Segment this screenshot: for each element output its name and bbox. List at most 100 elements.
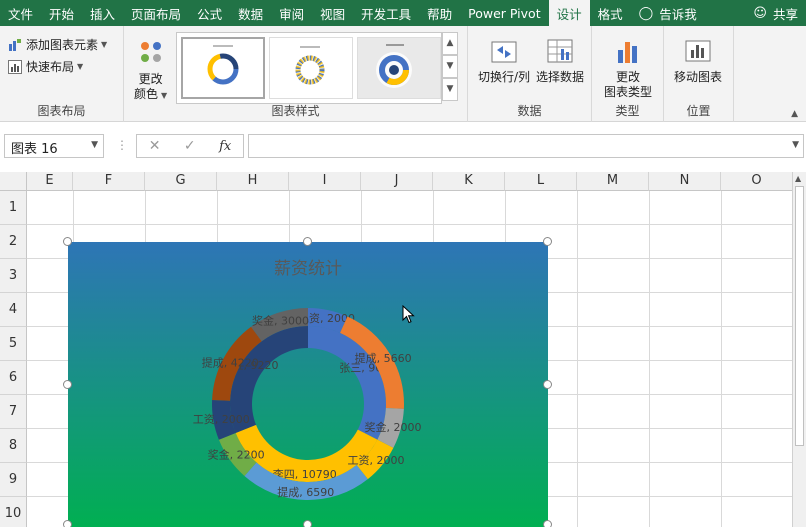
tab-view[interactable]: 视图 bbox=[312, 0, 353, 26]
chevron-down-icon: ▼ bbox=[161, 91, 168, 100]
outer-ring-data-label-1: 提成, 5660 bbox=[355, 352, 412, 365]
person-icon: ☺ bbox=[753, 5, 767, 21]
share-button[interactable]: ☺ 共享 bbox=[745, 0, 806, 26]
resize-handle-top-left[interactable] bbox=[63, 237, 72, 246]
gallery-more-button[interactable]: ▼ bbox=[442, 78, 458, 101]
tell-me-box[interactable]: ◯ 告诉我 bbox=[631, 0, 705, 26]
tab-home[interactable]: 开始 bbox=[41, 0, 82, 26]
type-group: 更改 图表类型 类型 bbox=[592, 26, 664, 122]
formula-buttons: ✕ ✓ fx bbox=[136, 134, 244, 158]
check-icon[interactable]: ✓ bbox=[184, 138, 196, 154]
chart-style-3[interactable] bbox=[357, 37, 441, 99]
tab-design[interactable]: 设计 bbox=[548, 0, 590, 26]
location-group: 移动图表 位置 bbox=[664, 26, 734, 122]
vertical-scrollbar[interactable]: ▲ bbox=[792, 172, 806, 527]
column-header-n[interactable]: N bbox=[649, 172, 721, 191]
tab-developer[interactable]: 开发工具 bbox=[353, 0, 419, 26]
tab-formulas[interactable]: 公式 bbox=[189, 0, 230, 26]
lightbulb-icon: ◯ bbox=[638, 5, 654, 21]
chevron-down-icon: ▼ bbox=[101, 40, 108, 49]
column-header-l[interactable]: L bbox=[505, 172, 577, 191]
insert-function-icon[interactable]: fx bbox=[219, 139, 231, 154]
chart-layouts-group-label: 图表布局 bbox=[37, 104, 86, 118]
select-all-corner[interactable] bbox=[0, 172, 27, 191]
chevron-down-icon[interactable]: ▼ bbox=[792, 140, 799, 150]
gallery-down-button[interactable]: ▼ bbox=[442, 55, 458, 78]
change-colors-button[interactable]: 更改 颜色 ▼ bbox=[134, 38, 167, 103]
row-header-2[interactable]: 2 bbox=[0, 225, 27, 259]
column-header-i[interactable]: I bbox=[289, 172, 361, 191]
cancel-icon[interactable]: ✕ bbox=[149, 138, 161, 154]
resize-handle-right[interactable] bbox=[543, 380, 552, 389]
resize-handle-left[interactable] bbox=[63, 380, 72, 389]
row-header-8[interactable]: 8 bbox=[0, 429, 27, 463]
tell-me-label: 告诉我 bbox=[659, 6, 697, 22]
tab-review[interactable]: 审阅 bbox=[271, 0, 312, 26]
data-group-label: 数据 bbox=[517, 104, 542, 118]
row-header-1[interactable]: 1 bbox=[0, 191, 27, 225]
column-header-k[interactable]: K bbox=[433, 172, 505, 191]
resize-handle-bottom-right[interactable] bbox=[543, 520, 552, 527]
chart-area[interactable]: 薪资统计 张三, 9660 李四, 10790 王五, 9220 工资, 2000 提成… bbox=[68, 242, 548, 527]
resize-handle-bottom-left[interactable] bbox=[63, 520, 72, 527]
resize-handle-top-right[interactable] bbox=[543, 237, 552, 246]
tab-help[interactable]: 帮助 bbox=[419, 0, 460, 26]
type-group-label: 类型 bbox=[615, 104, 640, 118]
add-element-icon bbox=[8, 38, 22, 52]
outer-ring-data-label-7: 提成, 4220 bbox=[202, 357, 259, 370]
location-group-label: 位置 bbox=[686, 104, 711, 118]
column-header-g[interactable]: G bbox=[145, 172, 217, 191]
tab-insert[interactable]: 插入 bbox=[82, 0, 123, 26]
row-header-10[interactable]: 10 bbox=[0, 497, 27, 527]
resize-handle-top[interactable] bbox=[303, 237, 312, 246]
tab-data[interactable]: 数据 bbox=[230, 0, 271, 26]
column-header-o[interactable]: O bbox=[721, 172, 793, 191]
outer-ring-data-label-2: 奖金, 2000 bbox=[364, 420, 421, 434]
color-palette-icon bbox=[140, 42, 161, 62]
select-data-button[interactable]: 选择数据 bbox=[536, 36, 584, 85]
tab-format[interactable]: 格式 bbox=[590, 0, 631, 26]
move-chart-button[interactable]: 移动图表 bbox=[674, 36, 722, 85]
outer-ring-data-label-6: 工资, 2000 bbox=[193, 413, 250, 426]
ribbon-tab-bar: 文件 开始 插入 页面布局 公式 数据 审阅 视图 开发工具 帮助 Power … bbox=[0, 0, 806, 26]
formula-bar: 图表 16 ▼ ⋮ ✕ ✓ fx ▼ bbox=[0, 122, 806, 172]
row-header-3[interactable]: 3 bbox=[0, 259, 27, 293]
chevron-down-icon[interactable]: ▼ bbox=[91, 140, 98, 150]
chart-style-2[interactable] bbox=[269, 37, 353, 99]
chart-layouts-group: 添加图表元素 ▼ 快速布局 ▼ 图表布局 bbox=[0, 26, 124, 122]
row-header-4[interactable]: 4 bbox=[0, 293, 27, 327]
move-chart-icon bbox=[685, 40, 711, 62]
gallery-up-button[interactable]: ▲ bbox=[442, 32, 458, 55]
donut-chart: 张三, 9660李四, 10790王五, 9220工资, 2000提成, 566… bbox=[193, 308, 421, 501]
select-data-icon bbox=[547, 39, 573, 63]
column-header-j[interactable]: J bbox=[361, 172, 433, 191]
change-chart-type-button[interactable]: 更改 图表类型 bbox=[604, 36, 652, 100]
quick-layout-button[interactable]: 快速布局 ▼ bbox=[8, 58, 83, 75]
column-header-f[interactable]: F bbox=[73, 172, 145, 191]
collapse-ribbon-icon[interactable]: ▲ bbox=[791, 109, 798, 119]
tab-file[interactable]: 文件 bbox=[0, 0, 41, 26]
tab-page-layout[interactable]: 页面布局 bbox=[123, 0, 189, 26]
quick-layout-icon bbox=[8, 59, 22, 74]
row-header-9[interactable]: 9 bbox=[0, 463, 27, 497]
switch-row-column-icon bbox=[491, 41, 517, 63]
column-header-e[interactable]: E bbox=[27, 172, 73, 191]
switch-row-column-button[interactable]: 切换行/列 bbox=[478, 36, 530, 85]
tab-power-pivot[interactable]: Power Pivot bbox=[460, 0, 548, 26]
row-header-6[interactable]: 6 bbox=[0, 361, 27, 395]
scrollbar-thumb[interactable] bbox=[795, 186, 804, 446]
add-chart-element-button[interactable]: 添加图表元素 ▼ bbox=[8, 36, 107, 53]
mouse-cursor-icon bbox=[402, 305, 415, 324]
column-header-h[interactable]: H bbox=[217, 172, 289, 191]
column-header-m[interactable]: M bbox=[577, 172, 649, 191]
name-box[interactable]: 图表 16 ▼ bbox=[4, 134, 104, 158]
row-header-5[interactable]: 5 bbox=[0, 327, 27, 361]
chart-style-1[interactable] bbox=[181, 37, 265, 99]
scroll-up-icon[interactable]: ▲ bbox=[795, 174, 801, 183]
outer-ring-data-label-5: 奖金, 2200 bbox=[208, 448, 265, 462]
row-header-7[interactable]: 7 bbox=[0, 395, 27, 429]
styles-gallery-scroll: ▲ ▼ ▼ bbox=[442, 32, 458, 104]
resize-handle-bottom[interactable] bbox=[303, 520, 312, 527]
chart-type-icon bbox=[618, 42, 637, 63]
formula-input[interactable]: ▼ bbox=[248, 134, 804, 158]
